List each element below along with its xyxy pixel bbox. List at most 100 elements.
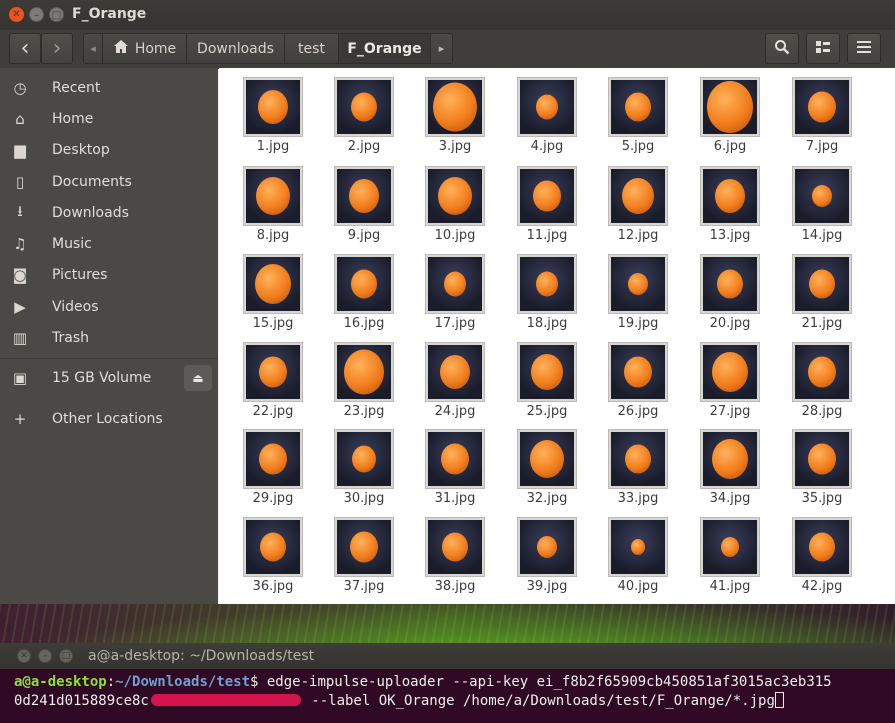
file-item[interactable]: 34.jpg xyxy=(695,429,767,515)
prompt-path: ~/Downloads/test xyxy=(115,674,251,690)
file-item[interactable]: 20.jpg xyxy=(695,254,767,340)
file-item[interactable]: 41.jpg xyxy=(695,517,767,603)
file-item[interactable]: 14.jpg xyxy=(787,166,859,252)
sidebar-item-label: Videos xyxy=(52,299,99,315)
file-item[interactable]: 10.jpg xyxy=(420,166,492,252)
minimize-window-button[interactable]: – xyxy=(29,7,44,22)
image-thumbnail xyxy=(700,517,760,577)
file-name: 38.jpg xyxy=(434,579,476,594)
sidebar-item-15-gb-volume[interactable]: ▣ 15 GB Volume xyxy=(0,363,218,393)
file-item[interactable]: 6.jpg xyxy=(695,77,767,163)
file-item[interactable]: 39.jpg xyxy=(512,517,584,603)
command-line-2-start: 0d241d015889ce8c xyxy=(14,693,149,709)
file-item[interactable]: 37.jpg xyxy=(329,517,401,603)
sidebar-divider xyxy=(0,358,218,359)
image-thumbnail xyxy=(425,77,485,137)
file-item[interactable]: 30.jpg xyxy=(329,429,401,515)
forward-button[interactable]: › xyxy=(41,33,73,64)
redaction-mark xyxy=(150,694,301,706)
file-item[interactable]: 27.jpg xyxy=(695,342,767,428)
file-item[interactable]: 16.jpg xyxy=(329,254,401,340)
file-item[interactable]: 25.jpg xyxy=(512,342,584,428)
file-item[interactable]: 33.jpg xyxy=(603,429,675,515)
file-item[interactable]: 17.jpg xyxy=(420,254,492,340)
image-thumbnail xyxy=(243,517,303,577)
file-item[interactable]: 8.jpg xyxy=(238,166,310,252)
file-item[interactable]: 2.jpg xyxy=(329,77,401,163)
file-item[interactable]: 40.jpg xyxy=(603,517,675,603)
file-item[interactable]: 11.jpg xyxy=(512,166,584,252)
crumb-downloads[interactable]: Downloads xyxy=(187,33,285,64)
file-item[interactable]: 15.jpg xyxy=(238,254,310,340)
image-thumbnail xyxy=(334,77,394,137)
file-item[interactable]: 31.jpg xyxy=(420,429,492,515)
sidebar-item-desktop[interactable]: ▆ Desktop xyxy=(0,135,218,165)
file-item[interactable]: 9.jpg xyxy=(329,166,401,252)
text-cursor xyxy=(774,692,784,708)
terminal-close-button[interactable]: ✕ xyxy=(17,649,31,663)
sidebar-item-music[interactable]: ♫ Music xyxy=(0,229,218,259)
crumb-scroll-right[interactable]: ▸ xyxy=(431,33,453,64)
file-item[interactable]: 35.jpg xyxy=(787,429,859,515)
sidebar-item-label: Home xyxy=(52,111,94,127)
crumb-test[interactable]: test xyxy=(285,33,339,64)
terminal-output[interactable]: a@a-desktop:~/Downloads/test$ edge-impul… xyxy=(14,673,832,711)
sidebar-item-downloads[interactable]: ⭳ Downloads xyxy=(0,198,218,228)
search-button[interactable] xyxy=(765,33,799,64)
file-item[interactable]: 1.jpg xyxy=(238,77,310,163)
file-item[interactable]: 26.jpg xyxy=(603,342,675,428)
sidebar-item-label: Downloads xyxy=(52,205,129,221)
sidebar-item-trash[interactable]: ▥ Trash xyxy=(0,323,218,353)
image-thumbnail xyxy=(425,342,485,402)
file-name: 25.jpg xyxy=(526,404,568,419)
view-toggle-button[interactable] xyxy=(806,33,840,64)
terminal-minimize-button[interactable]: – xyxy=(38,649,52,663)
file-item[interactable]: 28.jpg xyxy=(787,342,859,428)
file-item[interactable]: 12.jpg xyxy=(603,166,675,252)
sidebar-item-other-locations[interactable]: + Other Locations xyxy=(0,404,218,434)
file-item[interactable]: 13.jpg xyxy=(695,166,767,252)
sidebar-item-home[interactable]: ⌂ Home xyxy=(0,104,218,134)
image-thumbnail xyxy=(517,342,577,402)
file-name: 33.jpg xyxy=(617,491,659,506)
file-name: 17.jpg xyxy=(434,316,476,331)
sidebar-item-recent[interactable]: ◷ Recent xyxy=(0,73,218,103)
file-item[interactable]: 32.jpg xyxy=(512,429,584,515)
file-name: 42.jpg xyxy=(801,579,843,594)
image-thumbnail xyxy=(608,166,668,226)
terminal-maximize-button[interactable]: □ xyxy=(59,649,73,663)
image-thumbnail xyxy=(608,254,668,314)
menu-button[interactable] xyxy=(847,33,881,64)
image-thumbnail xyxy=(608,77,668,137)
maximize-window-button[interactable]: □ xyxy=(49,7,64,22)
file-name: 6.jpg xyxy=(713,139,747,154)
file-item[interactable]: 19.jpg xyxy=(603,254,675,340)
crumb-home[interactable]: Home xyxy=(103,33,187,64)
file-item[interactable]: 23.jpg xyxy=(329,342,401,428)
close-window-button[interactable]: ✕ xyxy=(9,7,24,22)
file-item[interactable]: 24.jpg xyxy=(420,342,492,428)
file-item[interactable]: 29.jpg xyxy=(238,429,310,515)
image-thumbnail xyxy=(608,342,668,402)
image-thumbnail xyxy=(425,254,485,314)
sidebar-item-pictures[interactable]: ◙ Pictures xyxy=(0,260,218,290)
file-item[interactable]: 18.jpg xyxy=(512,254,584,340)
file-item[interactable]: 21.jpg xyxy=(787,254,859,340)
crumb-f-orange[interactable]: F_Orange xyxy=(339,33,431,64)
crumb-scroll-left[interactable]: ◂ xyxy=(83,33,103,64)
sidebar-item-documents[interactable]: ▯ Documents xyxy=(0,167,218,197)
sidebar-item-videos[interactable]: ▶ Videos xyxy=(0,292,218,322)
file-item[interactable]: 22.jpg xyxy=(238,342,310,428)
file-item[interactable]: 3.jpg xyxy=(420,77,492,163)
file-name: 35.jpg xyxy=(801,491,843,506)
plus-icon: + xyxy=(13,410,27,428)
file-item[interactable]: 4.jpg xyxy=(512,77,584,163)
file-item[interactable]: 7.jpg xyxy=(787,77,859,163)
file-item[interactable]: 38.jpg xyxy=(420,517,492,603)
image-thumbnail xyxy=(700,77,760,137)
file-name: 32.jpg xyxy=(526,491,568,506)
file-item[interactable]: 5.jpg xyxy=(603,77,675,163)
back-button[interactable]: ‹ xyxy=(9,33,41,64)
file-item[interactable]: 42.jpg xyxy=(787,517,859,603)
file-item[interactable]: 36.jpg xyxy=(238,517,310,603)
